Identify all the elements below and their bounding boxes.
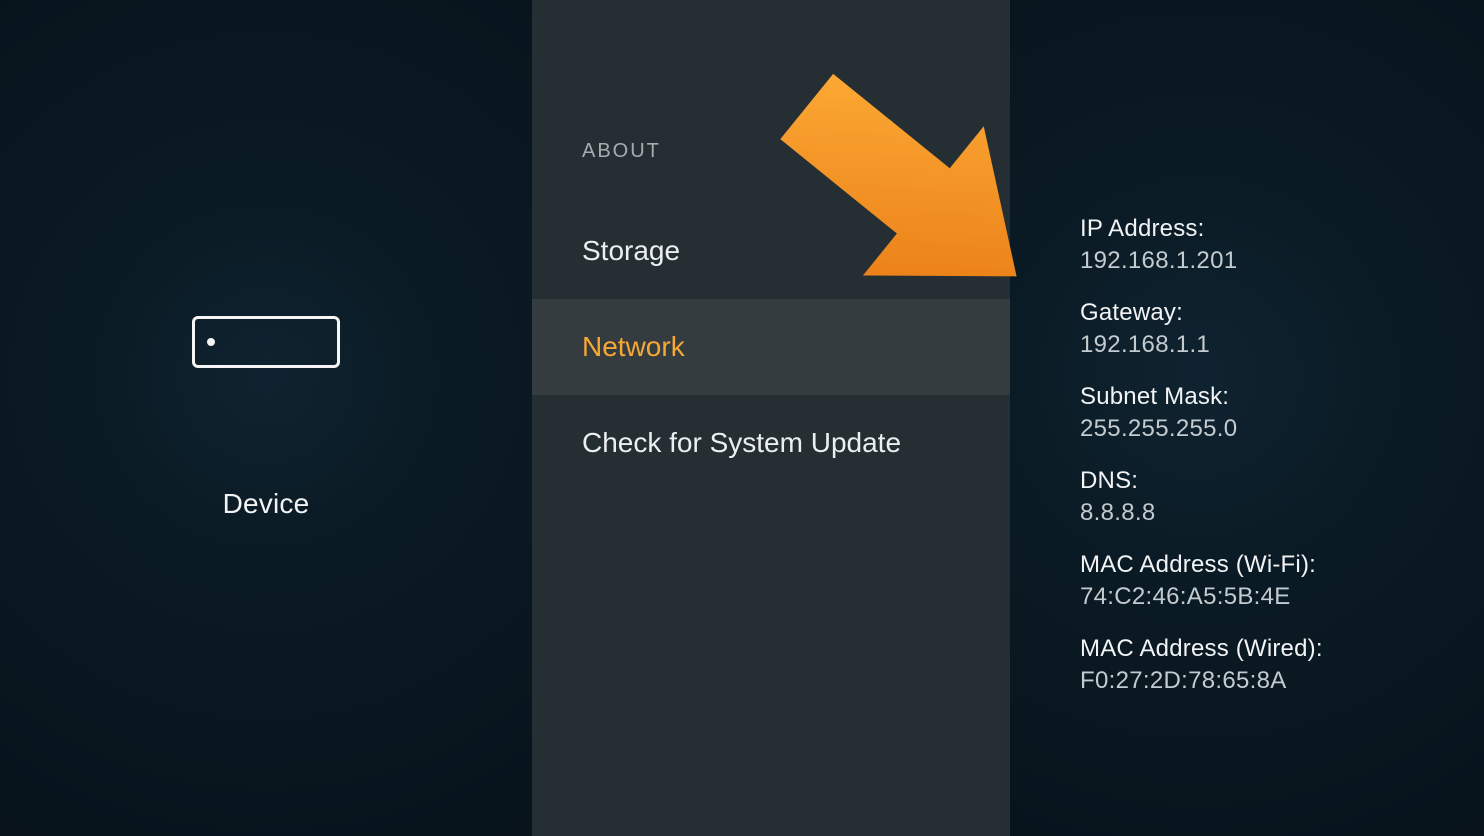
detail-label: Gateway: xyxy=(1080,299,1484,327)
device-section-label: Device xyxy=(223,488,310,520)
left-panel: Device xyxy=(0,0,532,836)
detail-mac-wired: MAC Address (Wired): F0:27:2D:78:65:8A xyxy=(1080,635,1484,695)
network-details-panel: IP Address: 192.168.1.201 Gateway: 192.1… xyxy=(1010,0,1484,836)
detail-label: MAC Address (Wired): xyxy=(1080,635,1484,663)
detail-value: 192.168.1.201 xyxy=(1080,247,1484,275)
detail-label: IP Address: xyxy=(1080,215,1484,243)
detail-label: MAC Address (Wi-Fi): xyxy=(1080,551,1484,579)
detail-value: 255.255.255.0 xyxy=(1080,415,1484,443)
detail-ip-address: IP Address: 192.168.1.201 xyxy=(1080,215,1484,275)
about-menu-panel: ABOUT Storage Network Check for System U… xyxy=(532,0,1010,836)
menu-item-storage[interactable]: Storage xyxy=(532,203,1010,299)
detail-value: 192.168.1.1 xyxy=(1080,331,1484,359)
detail-gateway: Gateway: 192.168.1.1 xyxy=(1080,299,1484,359)
detail-label: DNS: xyxy=(1080,467,1484,495)
about-heading: ABOUT xyxy=(532,140,1010,163)
detail-label: Subnet Mask: xyxy=(1080,383,1484,411)
detail-value: 74:C2:46:A5:5B:4E xyxy=(1080,583,1484,611)
menu-item-check-update[interactable]: Check for System Update xyxy=(532,395,1010,491)
detail-value: F0:27:2D:78:65:8A xyxy=(1080,667,1484,695)
menu-item-network[interactable]: Network xyxy=(532,299,1010,395)
detail-subnet-mask: Subnet Mask: 255.255.255.0 xyxy=(1080,383,1484,443)
device-icon xyxy=(192,316,340,368)
detail-value: 8.8.8.8 xyxy=(1080,499,1484,527)
detail-mac-wifi: MAC Address (Wi-Fi): 74:C2:46:A5:5B:4E xyxy=(1080,551,1484,611)
detail-dns: DNS: 8.8.8.8 xyxy=(1080,467,1484,527)
